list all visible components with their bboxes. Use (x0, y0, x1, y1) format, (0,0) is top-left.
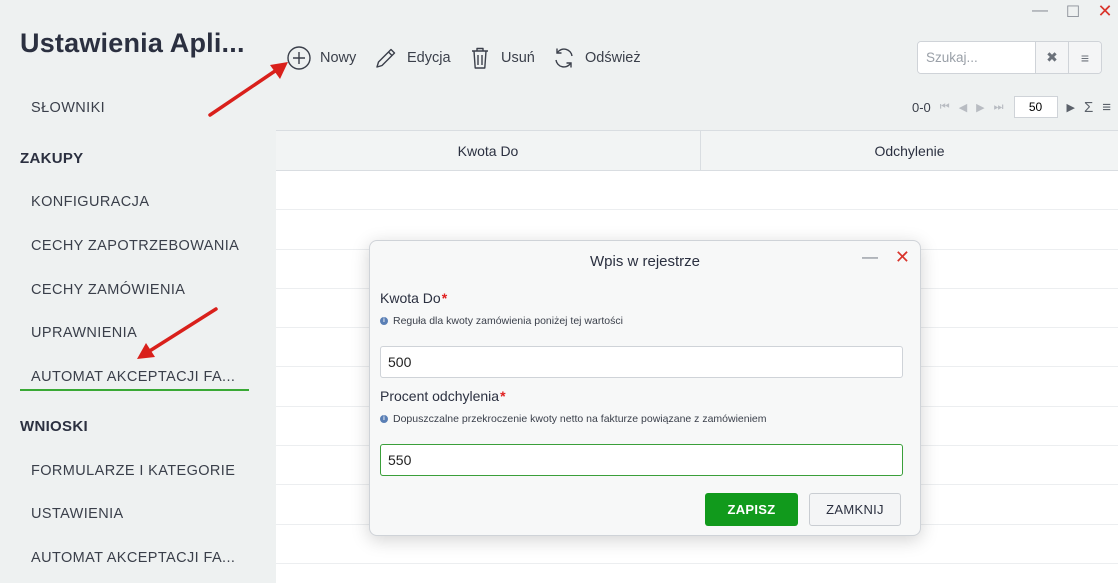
pencil-icon (376, 48, 396, 68)
sidebar-item-automat-akceptacji-zakupy[interactable]: AUTOMAT AKCEPTACJI FA... (31, 369, 235, 385)
next-page-icon[interactable]: ▶ (976, 101, 984, 114)
dialog-title: Wpis w rejestrze (589, 253, 701, 270)
procent-odchylenia-input[interactable] (380, 444, 903, 476)
sidebar: Ustawienia Apli... SŁOWNIKI ZAKUPY KONFI… (0, 0, 276, 583)
column-header-kwota-do[interactable]: Kwota Do (276, 131, 701, 170)
table-row (276, 171, 1118, 211)
kwota-do-hint: i Reguła dla kwoty zamówienia poniżej tej… (380, 315, 623, 327)
refresh-icon (555, 48, 573, 68)
column-header-odchylenie[interactable]: Odchylenie (701, 131, 1118, 170)
search-input[interactable] (918, 42, 1035, 73)
search-box: ✖ ≡ (917, 41, 1102, 74)
sidebar-item-uprawnienia[interactable]: UPRAWNIENIA (31, 325, 137, 341)
app-title: Ustawienia Apli... (20, 28, 245, 58)
dialog-close-icon[interactable]: ✕ (895, 247, 910, 268)
first-page-icon[interactable]: ⏮ (940, 101, 950, 114)
clear-search-icon[interactable]: ✖ (1035, 42, 1068, 73)
delete-button-label: Usuń (501, 50, 535, 66)
delete-button[interactable]: Usuń (467, 42, 535, 74)
last-page-icon[interactable]: ⏭ (994, 101, 1004, 114)
refresh-button-label: Odśwież (585, 50, 641, 66)
info-icon: i (380, 415, 388, 423)
dialog-minimize-icon[interactable]: — (862, 249, 878, 267)
columns-menu-icon[interactable]: ≡ (1102, 99, 1111, 116)
kwota-do-input[interactable] (380, 346, 903, 378)
prev-page-icon[interactable]: ◀ (959, 101, 967, 114)
sidebar-item-formularze-i-kategorie[interactable]: FORMULARZE I KATEGORIE (31, 463, 235, 479)
page-size-arrow-icon[interactable]: ▶ (1067, 101, 1075, 114)
sidebar-item-slowniki[interactable]: SŁOWNIKI (31, 100, 105, 116)
close-window-icon[interactable]: ✕ (1095, 1, 1115, 22)
refresh-button[interactable]: Odśwież (551, 42, 641, 74)
trash-icon (472, 47, 488, 69)
maximize-window-icon[interactable]: ☐ (1063, 2, 1083, 22)
sidebar-item-cechy-zamowienia[interactable]: CECHY ZAMÓWIENIA (31, 282, 185, 298)
sidebar-section-wnioski: WNIOSKI (20, 418, 88, 435)
active-item-underline (20, 389, 249, 391)
sum-icon[interactable]: Σ (1084, 99, 1093, 116)
close-dialog-button[interactable]: ZAMKNIJ (809, 493, 901, 526)
grid-header: Kwota Do Odchylenie (276, 131, 1118, 171)
search-menu-icon[interactable]: ≡ (1068, 42, 1101, 73)
entry-dialog: Wpis w rejestrze — ✕ Kwota Do* i Reguła d… (369, 240, 921, 536)
procent-odchylenia-hint: i Dopuszczalne przekroczenie kwoty netto … (380, 413, 767, 425)
minimize-window-icon[interactable]: — (1030, 2, 1050, 20)
sidebar-item-automat-akceptacji-wnioski[interactable]: AUTOMAT AKCEPTACJI FA... (31, 550, 235, 566)
sidebar-item-cechy-zapotrzebowania[interactable]: CECHY ZAPOTRZEBOWANIA (31, 238, 239, 254)
pager-range: 0-0 (912, 99, 931, 115)
page-size-input[interactable] (1013, 96, 1058, 118)
sidebar-item-ustawienia[interactable]: USTAWIENIA (31, 506, 124, 522)
plus-circle-icon (287, 46, 311, 70)
pager: 0-0 ⏮ ◀ ▶ ⏭ ▶ Σ ≡ (912, 96, 1111, 118)
new-button-label: Nowy (320, 50, 357, 66)
new-button[interactable]: Nowy (286, 42, 356, 74)
required-mark: * (500, 388, 506, 404)
edit-button-label: Edycja (407, 50, 451, 66)
sidebar-item-konfiguracja[interactable]: KONFIGURACJA (31, 194, 149, 210)
sidebar-section-zakupy: ZAKUPY (20, 150, 84, 167)
required-mark: * (441, 290, 448, 306)
info-icon: i (380, 317, 388, 325)
edit-button[interactable]: Edycja (373, 42, 451, 74)
save-button[interactable]: ZAPISZ (705, 493, 798, 526)
kwota-do-label: Kwota Do* (380, 290, 448, 306)
procent-odchylenia-label: Procent odchylenia* (380, 388, 506, 404)
